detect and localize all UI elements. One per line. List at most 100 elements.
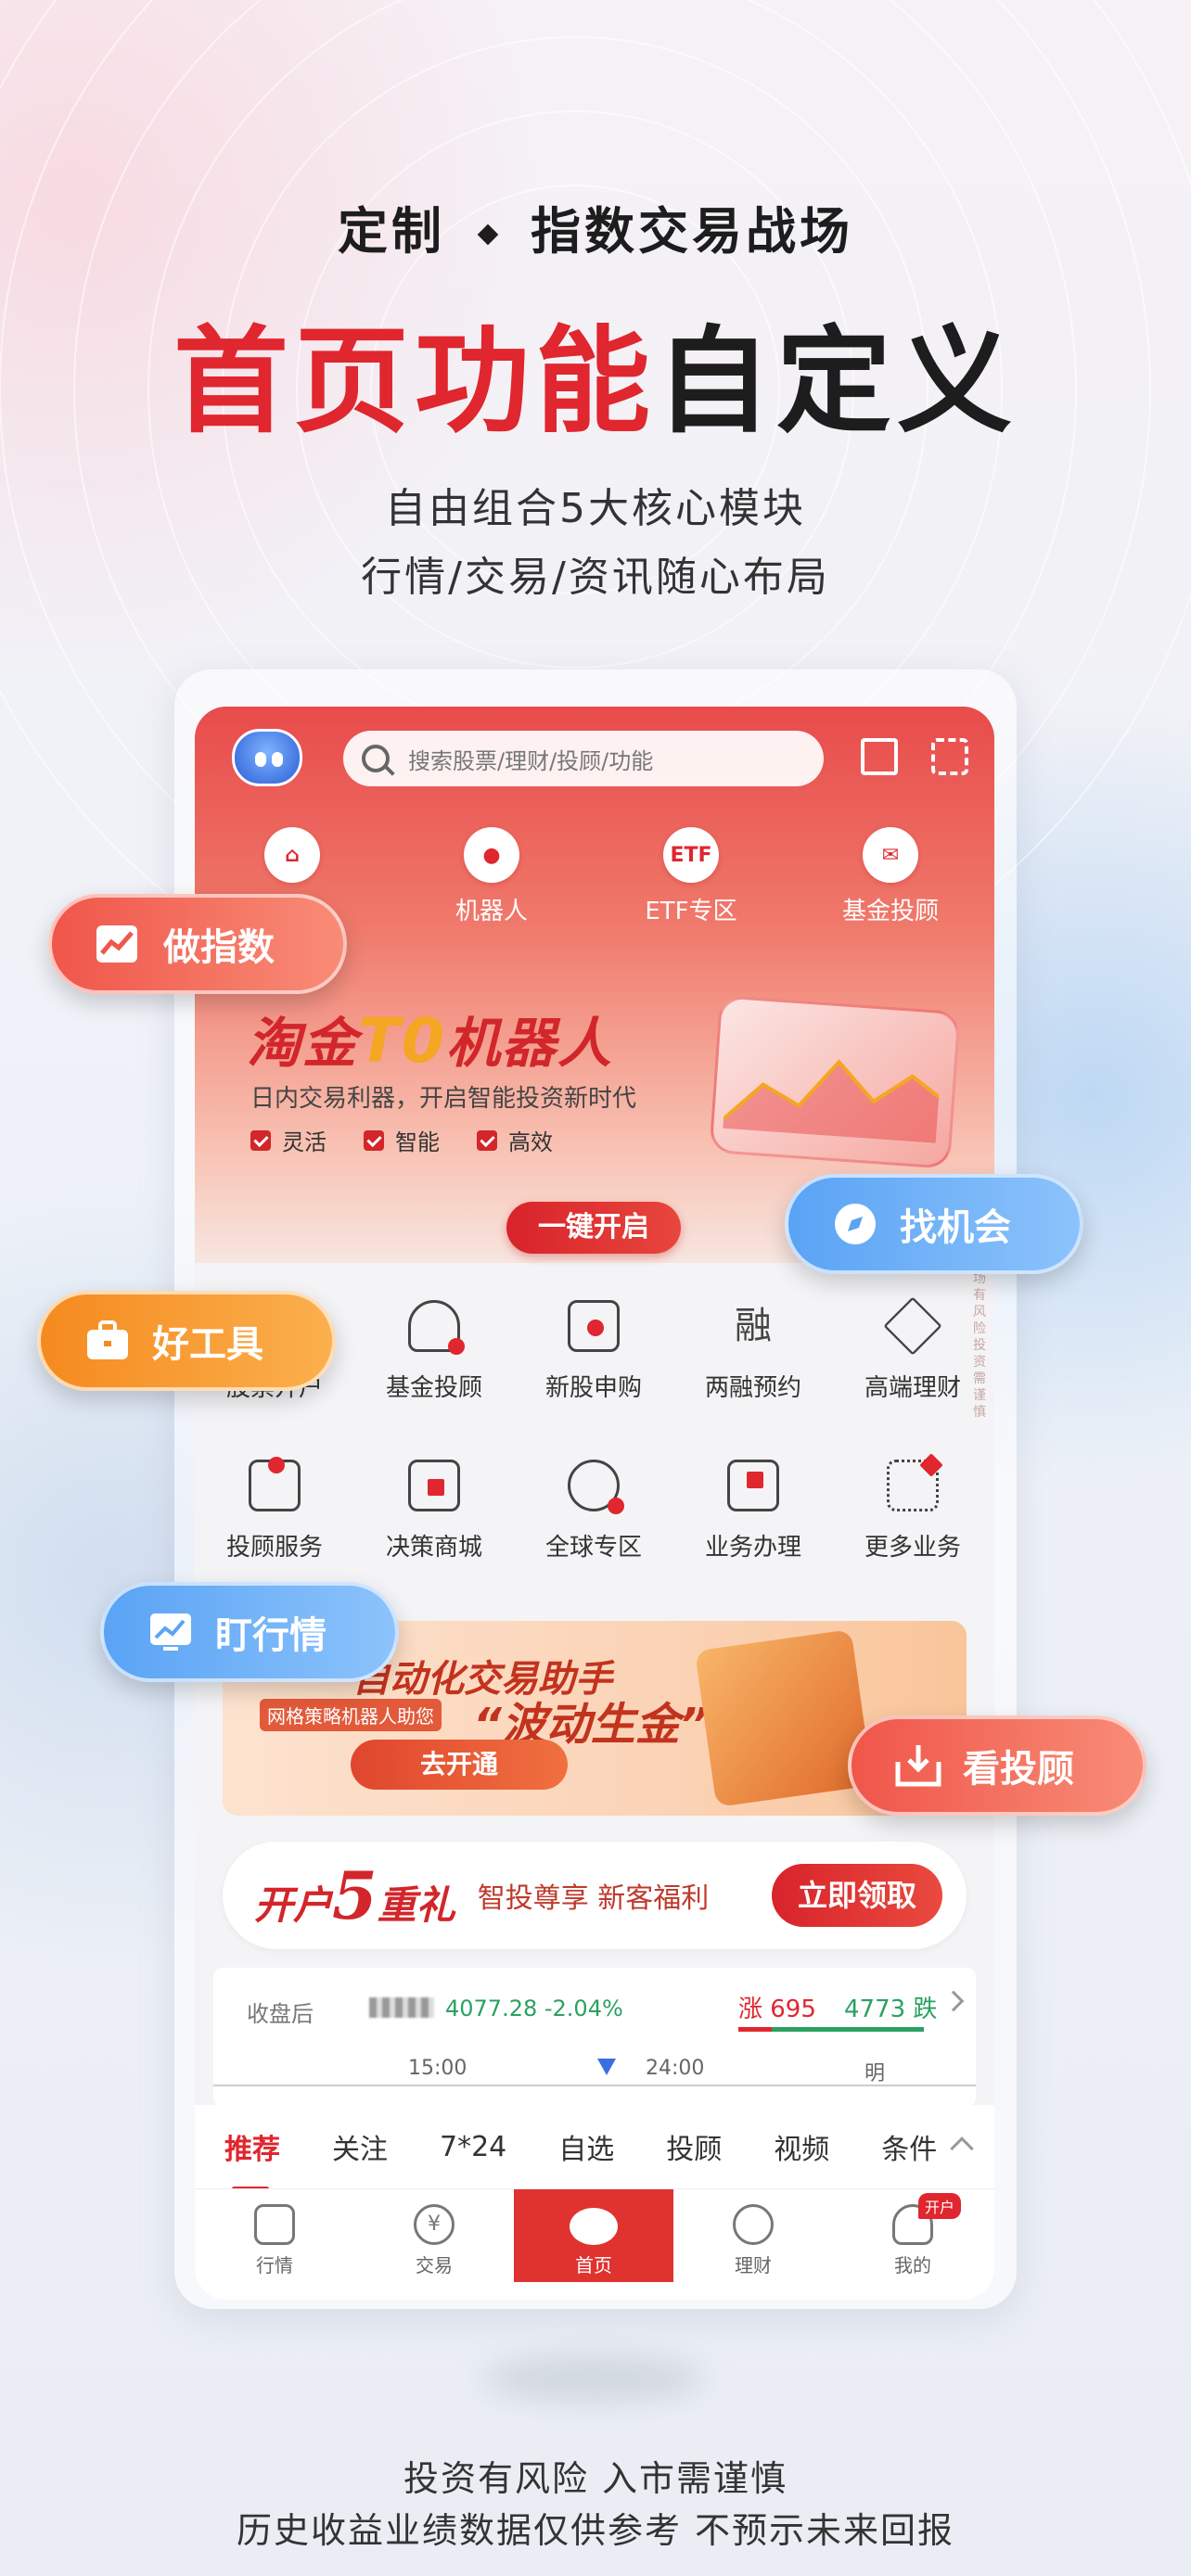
grid-label: 基金投顾 (385, 1374, 482, 1402)
accent-icon (919, 1453, 943, 1477)
yen-trade-icon: ¥ (414, 2204, 455, 2245)
grid-item-business[interactable]: 业务办理 (673, 1460, 833, 1562)
grid-item-fund-advisor[interactable]: 基金投顾 (354, 1300, 514, 1403)
open-account-badge: 开户 (917, 2193, 961, 2219)
nav-label: 交易 (416, 2254, 453, 2276)
search-bar[interactable]: 搜索股票/理财/投顾/功能 (343, 731, 824, 786)
robot-chart-illustration (709, 995, 961, 1169)
mini-chart-icon (723, 1059, 941, 1143)
robot-eye-icon (272, 752, 283, 767)
hero-subtitle-left: 定制 (338, 202, 445, 261)
go-open-button[interactable]: 去开通 (351, 1740, 568, 1790)
banner-title: 淘金T0机器人 (247, 1000, 613, 1078)
check-icon (250, 1129, 271, 1151)
pill-label: 找机会 (900, 1206, 1011, 1249)
banner-tag: 高效 (477, 1124, 553, 1156)
fund-advisor-icon: ✉ (863, 827, 918, 883)
search-icon (362, 745, 390, 772)
pill-good-tools[interactable]: 好工具 (37, 1291, 336, 1391)
nav-trade[interactable]: ¥ 交易 (354, 2189, 514, 2282)
grid-item-decision-mall[interactable]: 决策商城 (354, 1460, 514, 1562)
hero-subtitle: 定制 指数交易战场 (0, 190, 1191, 263)
nav-label: 行情 (256, 2254, 293, 2276)
grid-item-advisor-service[interactable]: 投顾服务 (195, 1457, 354, 1562)
hero-title-dark: 自定义 (656, 315, 1018, 449)
nav-home[interactable]: 首页 (514, 2189, 673, 2282)
gift-title: 开户5重礼 (254, 1857, 455, 1934)
banner-desc: 日内交易利器，开启智能投资新时代 (250, 1085, 637, 1113)
message-icon[interactable] (861, 738, 898, 775)
star-accent-icon (587, 1320, 604, 1336)
one-click-open-button[interactable]: 一键开启 (506, 1202, 681, 1254)
grid-label: 高端理财 (864, 1374, 961, 1402)
market-ticker[interactable]: 收盘后 4077.28 -2.04% 涨 695 4773 跌 15:00 24… (213, 1968, 976, 2107)
scan-icon[interactable] (931, 738, 968, 775)
chevron-right-icon[interactable] (942, 1990, 965, 2012)
banner-title-c: 机器人 (445, 1012, 613, 1075)
bottom-navbar: 行情 ¥ 交易 首页 理财 我的 开户 (195, 2188, 994, 2300)
quick-item-home[interactable]: ⌂ (218, 827, 366, 892)
grid-label: 新股申购 (544, 1374, 642, 1402)
nav-wealth[interactable]: 理财 (673, 2189, 833, 2282)
breadth-bar (738, 2027, 924, 2032)
grid-item-ipo[interactable]: 新股申购 (514, 1300, 673, 1403)
check-icon (364, 1129, 384, 1151)
pill-label: 盯行情 (215, 1614, 327, 1657)
time-label: 24:00 (646, 2057, 705, 2080)
person-star-icon (408, 1300, 465, 1355)
etf-icon: ETF (663, 827, 719, 883)
tab-follow[interactable]: 关注 (332, 2126, 388, 2167)
grid-item-margin[interactable]: 融 两融预约 (673, 1300, 833, 1403)
nav-quotes[interactable]: 行情 (195, 2189, 354, 2282)
gift-subtitle: 智投尊享 新客福利 (477, 1882, 710, 1915)
tab-7x24[interactable]: 7*24 (440, 2131, 506, 2163)
pill-find-opportunity[interactable]: 找机会 (785, 1174, 1083, 1274)
tab-advisor[interactable]: 投顾 (666, 2126, 722, 2167)
monitor-chart-icon (150, 1613, 191, 1651)
trend-chart-icon (96, 925, 137, 963)
pill-do-index[interactable]: 做指数 (48, 894, 347, 994)
pill-watch-market[interactable]: 盯行情 (100, 1582, 399, 1682)
quick-item-robot[interactable]: ● 机器人 (417, 827, 566, 926)
hero-line-2: 行情/交易/资讯随心布局 (361, 554, 830, 601)
banner-tag-text: 高效 (508, 1129, 553, 1155)
check-icon (477, 1129, 497, 1151)
quick-item-etf[interactable]: ETF ETF专区 (617, 827, 765, 926)
time-marker-icon (597, 2059, 616, 2075)
gift-title-right: 重礼 (377, 1881, 455, 1928)
tab-video[interactable]: 视频 (774, 2126, 829, 2167)
accent-icon (268, 1457, 285, 1473)
pill-view-advisor[interactable]: 看投顾 (848, 1715, 1146, 1816)
hero-title: 首页功能自定义 (0, 287, 1191, 454)
more-grid-icon (887, 1453, 943, 1511)
gift-box-illustration (694, 1628, 874, 1808)
grid-label: 全球专区 (544, 1534, 642, 1562)
hero-line-1: 自由组合5大核心模块 (385, 485, 806, 532)
ticker-index-name-blurred (369, 1997, 434, 2018)
grid-item-global[interactable]: 全球专区 (514, 1460, 673, 1562)
robot-avatar[interactable] (232, 729, 302, 786)
margin-icon: 融 (735, 1305, 772, 1347)
briefcase-icon (87, 1320, 128, 1359)
decliners-count: 4773 跌 (844, 1996, 938, 2023)
star-accent-icon (448, 1338, 465, 1355)
grid-item-premium-wealth[interactable]: 高端理财 (833, 1296, 992, 1403)
feed-tabs: 推荐 关注 7*24 自选 投顾 视频 条件 (195, 2105, 994, 2191)
nav-label: 理财 (735, 2254, 772, 2276)
download-tray-icon (895, 1745, 941, 1787)
tab-condition[interactable]: 条件 (881, 2126, 937, 2167)
tab-watchlist[interactable]: 自选 (558, 2126, 614, 2167)
new-account-gift-banner[interactable]: 开户5重礼 智投尊享 新客福利 立即领取 (223, 1842, 967, 1949)
time-label: 15:00 (408, 2057, 467, 2080)
claim-now-button[interactable]: 立即领取 (772, 1864, 942, 1927)
quick-item-fund-advisor[interactable]: ✉ 基金投顾 (816, 827, 965, 926)
risk-disclaimer-1: 投资有风险 入市需谨慎 (403, 2458, 788, 2499)
hero-title-red: 首页功能 (173, 315, 656, 449)
home-icon: ⌂ (264, 827, 320, 883)
grid-item-more[interactable]: 更多业务 (833, 1453, 992, 1562)
chevron-up-icon[interactable] (950, 2136, 974, 2161)
nav-mine[interactable]: 我的 开户 (833, 2189, 992, 2282)
tab-recommend[interactable]: 推荐 (224, 2126, 280, 2191)
quick-label: 机器人 (455, 898, 528, 925)
pill-label: 好工具 (152, 1323, 263, 1366)
